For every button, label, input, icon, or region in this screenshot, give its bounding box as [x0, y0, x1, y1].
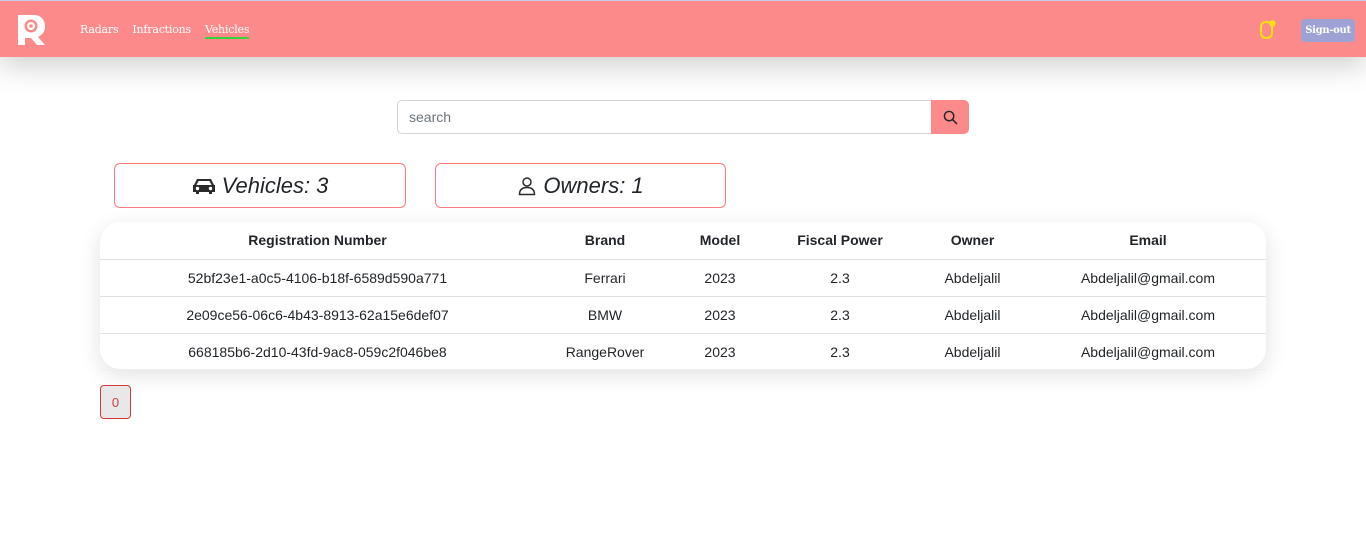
fiscal-power-cell: 2.3	[830, 269, 850, 286]
table-row[interactable]: 668185b6-2d10-43fd-9ac8-059c2f046be8 Ran…	[100, 333, 1266, 369]
owners-stat-count: 1	[631, 172, 644, 198]
vehicles-stat-count: 3	[316, 172, 329, 198]
registration-cell: 668185b6-2d10-43fd-9ac8-059c2f046be8	[188, 343, 447, 360]
column-header-model: Model	[699, 232, 741, 249]
nav-links: Radars Infractions Vehicles	[80, 23, 249, 39]
owners-count-card: Owners: 1	[435, 163, 726, 208]
nav-link-infractions[interactable]: Infractions	[132, 23, 191, 39]
owner-cell: Abdeljalil	[944, 306, 1001, 323]
email-cell: Abdeljalil@gmail.com	[1080, 306, 1216, 323]
vehicles-table-card: Registration Number Brand Model Fiscal P…	[100, 222, 1266, 369]
email-cell: Abdeljalil@gmail.com	[1080, 269, 1216, 286]
brand-cell: Ferrari	[584, 269, 626, 286]
vehicles-count-card: Vehicles: 3	[114, 163, 406, 208]
person-icon	[519, 176, 536, 195]
brand-cell: RangeRover	[565, 343, 645, 360]
column-header-fiscal-power: Fiscal Power	[797, 232, 883, 249]
nav-link-radars[interactable]: Radars	[80, 23, 119, 39]
search-input[interactable]	[397, 100, 931, 134]
column-header-registration: Registration Number	[248, 232, 387, 249]
column-header-owner: Owner	[950, 232, 995, 249]
top-navbar: Radars Infractions Vehicles Sign-out	[0, 0, 1366, 57]
fiscal-power-cell: 2.3	[830, 306, 850, 323]
owner-cell: Abdeljalil	[944, 269, 1001, 286]
sign-out-button[interactable]: Sign-out	[1301, 19, 1355, 42]
email-cell: Abdeljalil@gmail.com	[1080, 343, 1216, 360]
table-row[interactable]: 2e09ce56-06c6-4b43-8913-62a15e6def07 BMW…	[100, 296, 1266, 333]
vehicles-stat: Vehicles: 3	[222, 173, 329, 199]
nav-link-vehicles[interactable]: Vehicles	[204, 23, 249, 39]
column-header-brand: Brand	[584, 232, 626, 249]
search-button[interactable]	[931, 100, 969, 134]
vehicles-table: Registration Number Brand Model Fiscal P…	[100, 222, 1266, 369]
registration-cell: 2e09ce56-06c6-4b43-8913-62a15e6def07	[186, 306, 449, 323]
owner-cell: Abdeljalil	[944, 343, 1001, 360]
search-icon	[943, 110, 957, 124]
model-cell: 2023	[704, 306, 736, 323]
pagination-page-button[interactable]: 0	[100, 385, 131, 419]
model-cell: 2023	[704, 343, 736, 360]
brand-cell: BMW	[587, 306, 623, 323]
radar-logo-icon[interactable]	[14, 12, 48, 47]
vehicles-stat-label: Vehicles:	[221, 172, 311, 198]
table-header-row: Registration Number Brand Model Fiscal P…	[100, 222, 1266, 259]
table-row[interactable]: 52bf23e1-a0c5-4106-b18f-6589d590a771 Fer…	[100, 259, 1266, 296]
owners-stat: Owners: 1	[543, 173, 643, 199]
fiscal-power-cell: 2.3	[830, 343, 850, 360]
bell-icon[interactable]	[1256, 19, 1278, 41]
search-bar	[397, 100, 969, 134]
registration-cell: 52bf23e1-a0c5-4106-b18f-6589d590a771	[187, 269, 448, 286]
car-icon	[192, 178, 215, 194]
pagination-divider	[100, 369, 1266, 370]
owners-stat-label: Owners:	[543, 172, 626, 198]
column-header-email: Email	[1129, 232, 1167, 249]
model-cell: 2023	[704, 269, 736, 286]
